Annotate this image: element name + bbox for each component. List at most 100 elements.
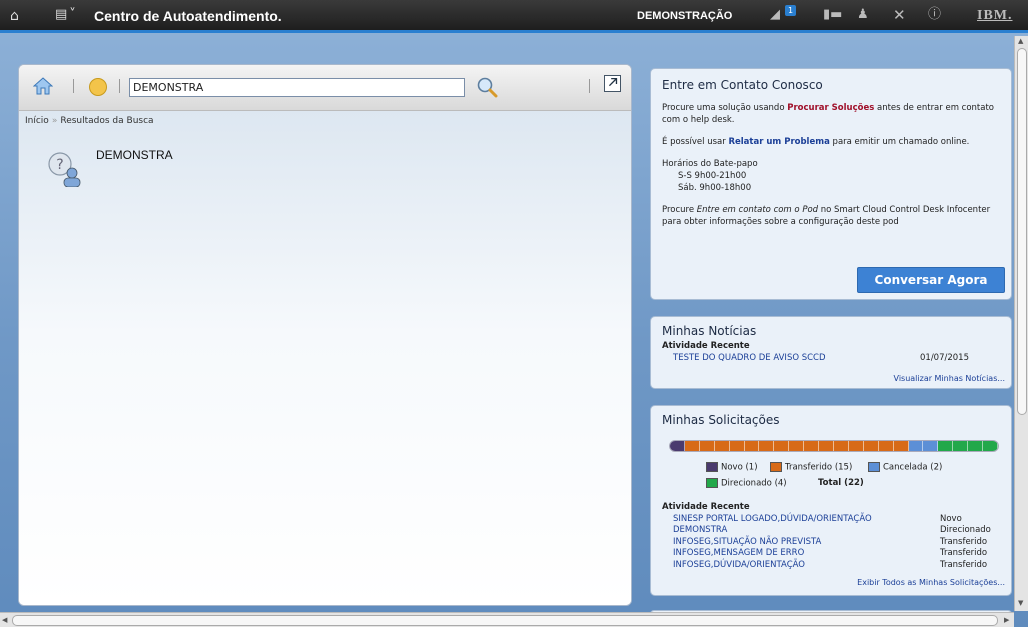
text: Procure uma solução usando (662, 103, 788, 113)
search-input[interactable] (129, 78, 465, 97)
horizontal-scrollbar[interactable]: ◀ ▶ (0, 612, 1014, 627)
text: É possível usar (662, 137, 729, 147)
view-news-link[interactable]: Visualizar Minhas Notícias... (894, 374, 1005, 383)
context-label[interactable]: DEMONSTRAÇÃO (637, 10, 732, 22)
divider (73, 79, 74, 93)
progress-segment-transferido (804, 441, 820, 451)
requests-recent-label: Atividade Recente (662, 502, 750, 512)
request-name[interactable]: SINESP PORTAL LOGADO,DÚVIDA/ORIENTAÇÃO (673, 514, 872, 526)
swatch (770, 462, 782, 472)
progress-segment-direcionado (983, 441, 998, 451)
request-status: Transferido (940, 548, 988, 558)
chat-hours-title: Horários do Bate-papo (662, 159, 758, 169)
breadcrumb: Início» Resultados da Busca (25, 116, 154, 126)
request-name[interactable]: DEMONSTRA (673, 525, 727, 537)
contact-card-title: Entre em Contato Conosco (662, 78, 823, 92)
swatch (706, 478, 718, 488)
news-card-title: Minhas Notícias (662, 324, 757, 338)
legend-label: Novo (1) (721, 462, 758, 473)
text: para emitir um chamado online. (829, 137, 970, 147)
chat-hours-saturday: Sáb. 9h00-18h00 (678, 183, 752, 193)
request-status: Novo (940, 513, 962, 524)
pod-contact-reference: Entre em contato com o Pod (696, 205, 819, 215)
progress-segment-transferido (863, 441, 879, 451)
search-panel: Início»Resultados da Busca ? DEMONSTRA (18, 64, 632, 606)
progress-segment-direcionado (953, 441, 969, 451)
progress-segment-cancelada (908, 441, 924, 451)
home-icon[interactable] (33, 77, 53, 95)
top-bar: ⌂ ▤˅ Centro de Autoatendimento. DEMONSTR… (0, 0, 1028, 33)
find-solutions-link[interactable]: Procurar Soluções (787, 103, 874, 113)
scroll-thumb[interactable] (1017, 48, 1027, 415)
divider (119, 79, 120, 93)
list-item: DEMONSTRA Direcionado (662, 525, 1002, 537)
list-item: INFOSEG,MENSAGEM DE ERRO Transferido (662, 548, 1002, 560)
legend-transferido: Transferido (15) (770, 462, 852, 473)
svg-text:?: ? (56, 157, 63, 173)
text: Procure (662, 205, 697, 215)
list-item: INFOSEG,DÚVIDA/ORIENTAÇÃO Transferido (662, 560, 1002, 572)
megaphone-icon[interactable]: ◢ (770, 8, 780, 22)
request-name[interactable]: INFOSEG,SITUAÇÃO NÃO PREVISTA (673, 537, 821, 549)
scroll-thumb[interactable] (12, 615, 998, 626)
progress-segment-cancelada (923, 441, 939, 451)
contact-paragraph-pod: Procure Entre em contato com o Pod no Sm… (662, 204, 1000, 228)
news-item-title[interactable]: TESTE DO QUADRO DE AVISO SCCD (673, 352, 826, 364)
news-card: Minhas Notícias Atividade Recente TESTE … (650, 316, 1012, 389)
contact-paragraph-solutions: Procure uma solução usando Procurar Solu… (662, 102, 1000, 126)
requests-progress-bar (669, 440, 999, 452)
progress-segment-direcionado (968, 441, 984, 451)
divider (589, 79, 590, 93)
legend-cancelada: Cancelada (2) (868, 462, 942, 473)
breadcrumb-home[interactable]: Início (25, 116, 49, 126)
request-status: Direcionado (940, 525, 991, 535)
ibm-logo: IBM. (977, 8, 1013, 23)
swatch (706, 462, 718, 472)
chat-now-button[interactable]: Conversar Agora (857, 267, 1005, 293)
progress-segment-novo (670, 441, 685, 451)
legend-label: Transferido (15) (785, 462, 853, 473)
app-title: Centro de Autoatendimento. (94, 8, 282, 24)
progress-segment-transferido (833, 441, 849, 451)
news-item-date: 01/07/2015 (920, 353, 969, 363)
scroll-down-icon[interactable]: ▼ (1018, 599, 1023, 607)
scroll-right-icon[interactable]: ▶ (1004, 616, 1009, 624)
report-problem-link[interactable]: Relatar um Problema (728, 137, 829, 147)
progress-segment-transferido (684, 441, 700, 451)
chat-hours: Horários do Bate-papo S-S 9h00-21h00 Sáb… (662, 158, 1000, 194)
contact-paragraph-report: É possível usar Relatar um Problema para… (662, 136, 1000, 148)
news-item: TESTE DO QUADRO DE AVISO SCCD 01/07/2015 (662, 352, 1000, 364)
help-icon[interactable]: ⓘ (928, 8, 941, 22)
close-icon[interactable]: ✕ (893, 8, 906, 23)
requests-card-title: Minhas Solicitações (662, 413, 780, 427)
progress-segment-transferido (878, 441, 894, 451)
home-icon[interactable]: ⌂ (10, 8, 19, 24)
menu-icon[interactable]: ▤˅ (55, 7, 78, 22)
scroll-left-icon[interactable]: ◀ (2, 616, 7, 624)
list-item: INFOSEG,SITUAÇÃO NÃO PREVISTA Transferido (662, 537, 1002, 549)
search-results: Início» Resultados da Busca ? DEMONSTRA (19, 111, 631, 605)
scroll-up-icon[interactable]: ▲ (1018, 37, 1023, 45)
request-name[interactable]: INFOSEG,MENSAGEM DE ERRO (673, 548, 804, 560)
contact-card: Entre em Contato Conosco Procure uma sol… (650, 68, 1012, 300)
service-bell-icon[interactable] (89, 78, 107, 96)
progress-segment-direcionado (938, 441, 954, 451)
progress-segment-transferido (729, 441, 745, 451)
swatch (868, 462, 880, 472)
requests-recent-list: Atividade Recente SINESP PORTAL LOGADO,D… (662, 502, 1002, 571)
chart-icon[interactable]: ▮▬ (823, 8, 842, 22)
progress-segment-transferido (699, 441, 715, 451)
request-status: Transferido (940, 559, 988, 570)
chat-hours-weekdays: S-S 9h00-21h00 (678, 171, 747, 181)
request-name[interactable]: INFOSEG,DÚVIDA/ORIENTAÇÃO (673, 560, 805, 572)
progress-segment-transferido (819, 441, 834, 451)
expand-icon[interactable] (604, 75, 621, 92)
vertical-scrollbar[interactable]: ▲ ▼ (1014, 36, 1028, 611)
search-toolbar (19, 65, 631, 111)
search-icon[interactable] (476, 76, 498, 98)
view-requests-link[interactable]: Exibir Todos as Minhas Solicitações... (857, 578, 1005, 587)
user-icon[interactable]: ♟ (857, 8, 869, 22)
breadcrumb-separator: » (51, 116, 58, 126)
legend-label: Direcionado (4) (721, 478, 787, 489)
result-title[interactable]: DEMONSTRA (96, 148, 173, 162)
